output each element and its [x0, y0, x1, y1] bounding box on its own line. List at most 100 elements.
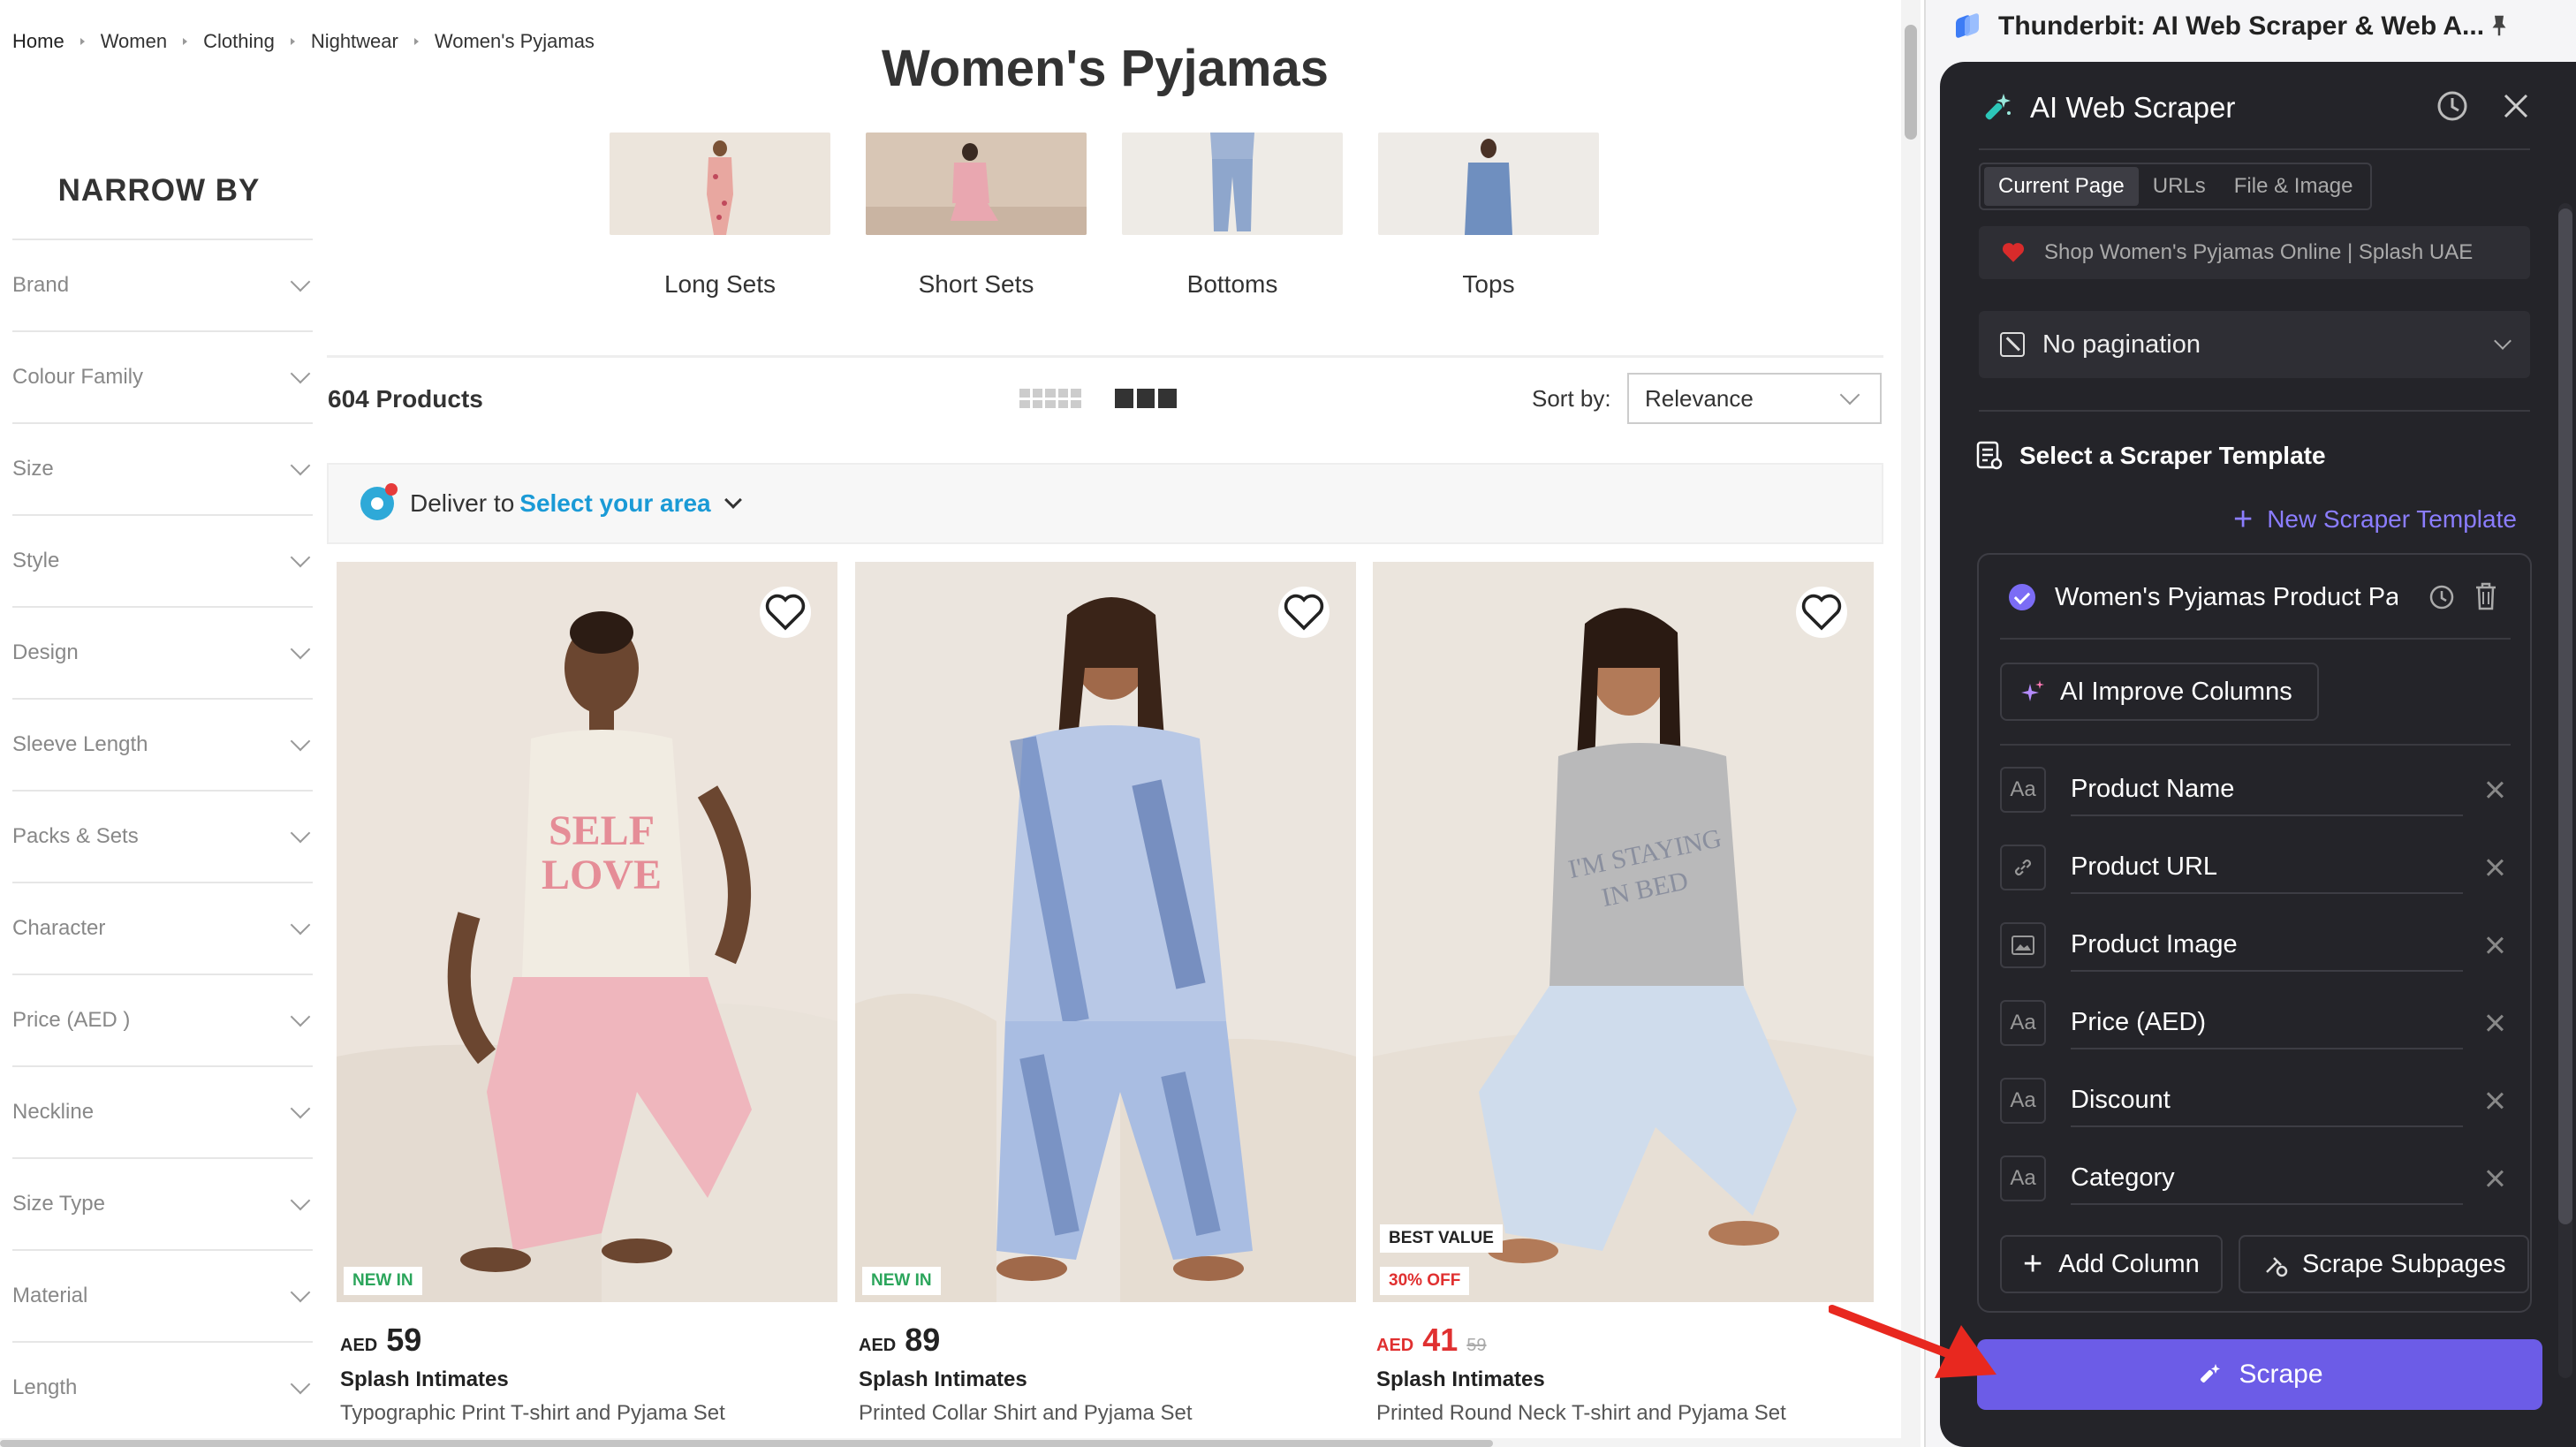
sparkle-icon [2021, 680, 2044, 701]
grid-three-view-icon[interactable] [1115, 389, 1177, 408]
thunderbit-logo-icon [1954, 12, 1981, 40]
text-type-icon: Aa [2000, 1078, 2046, 1124]
filter-character[interactable]: Character [12, 882, 313, 974]
filter-style[interactable]: Style [12, 514, 313, 606]
page-scrollbar-thumb[interactable] [1905, 25, 1917, 140]
product-card[interactable]: NEW IN AED 89 Splash Intimates Printed Co… [855, 562, 1356, 1426]
ai-improve-columns-button[interactable]: AI Improve Columns [2000, 663, 2319, 721]
category-image [1122, 133, 1343, 235]
product-card[interactable]: SELF LOVE NEW IN AED 59 Splash Intimates T… [337, 562, 837, 1426]
category-image [866, 133, 1087, 235]
category-tops[interactable]: Tops [1378, 133, 1599, 299]
section-title: Select a Scraper Template [1975, 438, 2326, 473]
product-price: AED 41 59 [1376, 1322, 1487, 1358]
column-name[interactable]: Price (AED) [2071, 996, 2463, 1049]
filter-material[interactable]: Material [12, 1249, 313, 1341]
product-image[interactable]: NEW IN [855, 562, 1356, 1302]
chevron-down-icon [1839, 384, 1860, 405]
tab-urls[interactable]: URLs [2139, 167, 2220, 206]
page-scrollbar[interactable] [1901, 0, 1921, 1447]
chevron-down-icon [290, 1282, 311, 1303]
category-bottoms[interactable]: Bottoms [1122, 133, 1343, 299]
template-name[interactable]: Women's Pyjamas Product Page [2009, 578, 2398, 617]
select-area-link[interactable]: Select your area [519, 489, 710, 518]
column-name[interactable]: Product Name [2071, 763, 2463, 816]
wishlist-heart-icon[interactable] [1278, 587, 1330, 638]
filter-sleeve-length[interactable]: Sleeve Length [12, 698, 313, 790]
column-row[interactable]: Product Image [2000, 919, 2512, 972]
filter-design[interactable]: Design [12, 606, 313, 698]
category-short-sets[interactable]: Short Sets [866, 133, 1087, 299]
history-icon[interactable] [2435, 88, 2470, 124]
filter-packs-sets[interactable]: Packs & Sets [12, 790, 313, 882]
divider [2000, 744, 2511, 746]
product-image[interactable]: SELF LOVE NEW IN [337, 562, 837, 1302]
deliver-bar[interactable]: Deliver to Select your area [327, 463, 1883, 544]
tab-file-image[interactable]: File & Image [2220, 167, 2368, 206]
plus-icon: + [2233, 501, 2254, 538]
product-image[interactable]: I'M STAYING IN BED BEST VALUE 30% OFF [1373, 562, 1874, 1302]
best-value-badge: BEST VALUE [1380, 1224, 1503, 1253]
new-in-badge: NEW IN [344, 1267, 422, 1295]
tab-current-page[interactable]: Current Page [1984, 167, 2139, 206]
chevron-down-icon [2494, 332, 2512, 350]
remove-icon[interactable] [2484, 1168, 2505, 1189]
filter-brand[interactable]: Brand [12, 239, 313, 330]
history-icon[interactable] [2428, 583, 2456, 611]
category-tiles: Long Sets Short Sets Bottoms Tops [610, 133, 1599, 299]
column-name[interactable]: Category [2071, 1152, 2463, 1205]
category-label: Bottoms [1186, 270, 1278, 298]
filter-size-type[interactable]: Size Type [12, 1157, 313, 1249]
filter-size[interactable]: Size [12, 422, 313, 514]
column-row[interactable]: Aa Category [2000, 1152, 2512, 1205]
filter-list: Brand Colour Family Size Style Design Sl… [12, 239, 313, 1433]
scrape-button[interactable]: Scrape [1977, 1339, 2542, 1410]
wishlist-heart-icon[interactable] [1796, 587, 1847, 638]
column-row[interactable]: Aa Price (AED) [2000, 996, 2512, 1049]
product-name[interactable]: Printed Collar Shirt and Pyjama Set [855, 1401, 1356, 1426]
remove-icon[interactable] [2484, 779, 2505, 800]
remove-icon[interactable] [2484, 1090, 2505, 1111]
text-type-icon: Aa [2000, 1155, 2046, 1201]
column-row[interactable]: Aa Discount [2000, 1074, 2512, 1127]
add-column-button[interactable]: + Add Column [2000, 1235, 2223, 1293]
remove-icon[interactable] [2484, 1012, 2505, 1034]
column-name[interactable]: Discount [2071, 1074, 2463, 1127]
product-name[interactable]: Printed Round Neck T-shirt and Pyjama Se… [1373, 1401, 1874, 1426]
site-favicon-icon [2002, 243, 2025, 262]
grid-five-view-icon[interactable] [1019, 389, 1081, 408]
filter-neckline[interactable]: Neckline [12, 1065, 313, 1157]
category-label: Tops [1462, 270, 1515, 298]
product-card[interactable]: I'M STAYING IN BED BEST VALUE 30% OFF AED… [1373, 562, 1874, 1426]
close-icon[interactable] [2500, 90, 2532, 122]
divider [2000, 638, 2511, 640]
text-type-icon: Aa [2000, 1000, 2046, 1046]
column-name[interactable]: Product Image [2071, 919, 2463, 972]
filter-price[interactable]: Price (AED ) [12, 974, 313, 1065]
chevron-down-icon [290, 547, 311, 568]
remove-icon[interactable] [2484, 857, 2505, 878]
category-long-sets[interactable]: Long Sets [610, 133, 830, 299]
sort-select[interactable]: Relevance [1627, 373, 1882, 424]
column-row[interactable]: Product URL [2000, 841, 2512, 894]
wishlist-heart-icon[interactable] [760, 587, 811, 638]
filter-length[interactable]: Length [12, 1341, 313, 1433]
column-row[interactable]: Aa Product Name [2000, 763, 2512, 816]
pagination-select[interactable]: No pagination [1979, 311, 2530, 378]
location-pin-icon [360, 483, 398, 520]
column-name[interactable]: Product URL [2071, 841, 2463, 894]
panel-scrollbar-thumb[interactable] [2558, 208, 2572, 1224]
horizontal-scrollbar-thumb[interactable] [0, 1440, 1493, 1447]
subpages-icon [2266, 1257, 2288, 1277]
trash-icon[interactable] [2474, 581, 2498, 611]
new-template-button[interactable]: + New Scraper Template [2233, 502, 2517, 537]
discount-badge: 30% OFF [1380, 1267, 1470, 1295]
wand-icon [2201, 1364, 2221, 1383]
product-name[interactable]: Typographic Print T-shirt and Pyjama Set [337, 1401, 837, 1426]
svg-text:SELF: SELF [549, 807, 655, 854]
product-brand: Splash Intimates [859, 1367, 1027, 1391]
scrape-subpages-button[interactable]: Scrape Subpages [2239, 1235, 2529, 1293]
pin-icon[interactable] [2486, 12, 2512, 39]
filter-colour-family[interactable]: Colour Family [12, 330, 313, 422]
remove-icon[interactable] [2484, 935, 2505, 956]
